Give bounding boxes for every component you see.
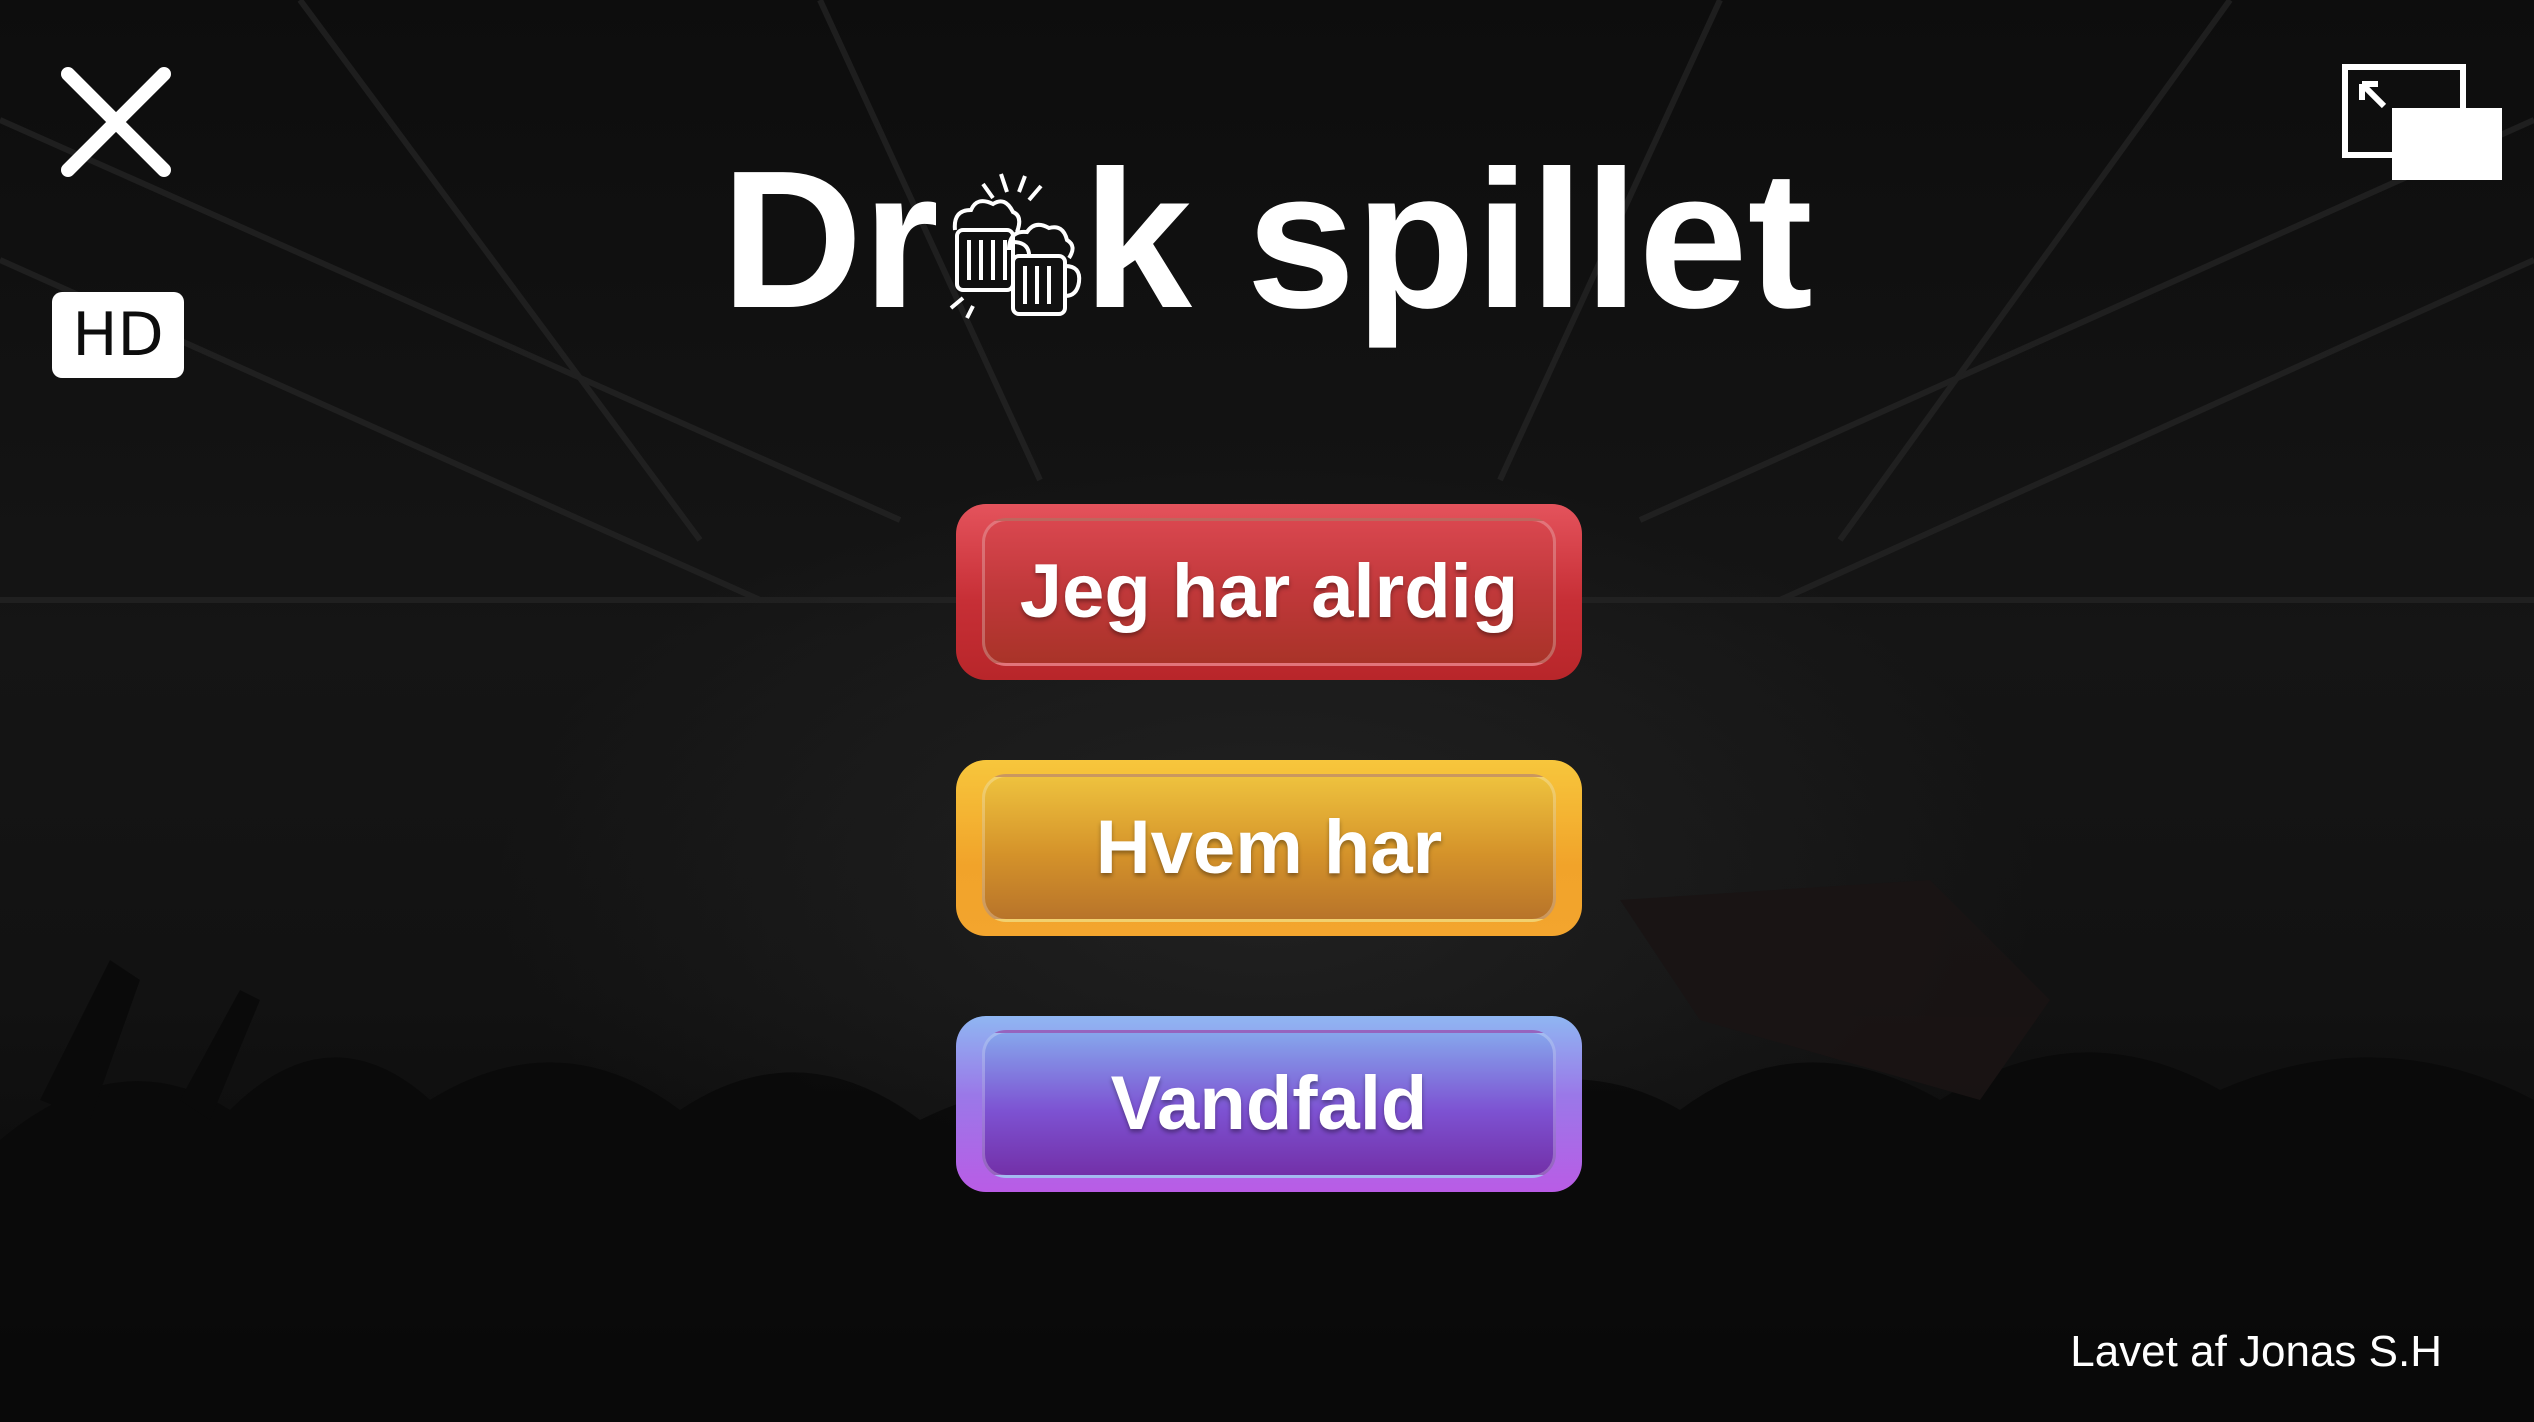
title-text-end: k spillet [1082,130,1813,349]
button-label: Vandfald [1110,1061,1428,1146]
app-screen: HD Dr k spillet Jeg har alrdig Hvem har … [0,0,2534,1422]
jeg-har-aldrig-button[interactable]: Jeg har alrdig [956,504,1582,680]
hvem-har-button[interactable]: Hvem har [956,760,1582,936]
button-label: Jeg har alrdig [1019,549,1519,634]
button-label: Hvem har [1095,805,1443,890]
vandfald-button[interactable]: Vandfald [956,1016,1582,1192]
app-title: Dr k spillet [0,130,2534,350]
beer-mugs-cheers-icon [949,173,1082,319]
author-credit: Lavet af Jonas S.H [2070,1327,2442,1376]
title-text-start: Dr [721,130,939,349]
